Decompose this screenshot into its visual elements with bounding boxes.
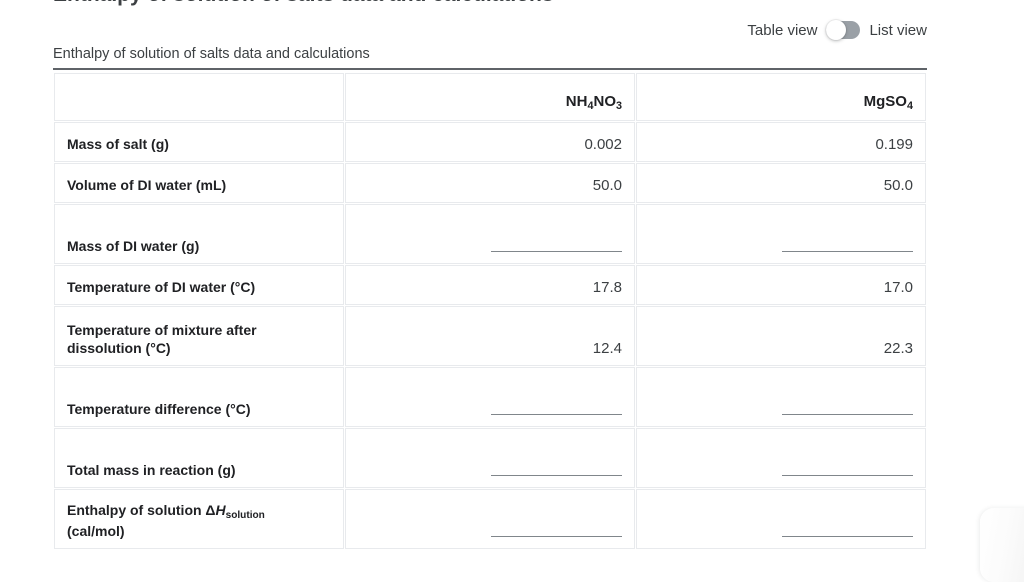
value-input-cell[interactable] [636, 489, 926, 549]
row-label: Temperature of DI water (°C) [54, 265, 344, 305]
view-mode-switch[interactable] [826, 20, 861, 40]
table-row: Mass of DI water (g) [54, 204, 926, 264]
value-cell: 0.002 [345, 122, 635, 162]
row-label: Mass of salt (g) [54, 122, 344, 162]
value-cell: 22.3 [636, 306, 926, 366]
switch-knob [826, 20, 847, 40]
value-cell: 50.0 [345, 163, 635, 203]
table-row: Total mass in reaction (g) [54, 428, 926, 488]
clipped-page-heading-container: Enthalpy of solution of salts data and c… [0, 0, 1024, 8]
value-cell: 12.4 [345, 306, 635, 366]
table-row: Temperature of DI water (°C) 17.8 17.0 [54, 265, 926, 305]
table-row: Mass of salt (g) 0.002 0.199 [54, 122, 926, 162]
value-input-cell[interactable] [345, 367, 635, 427]
row-label: Temperature difference (°C) [54, 367, 344, 427]
row-label: Enthalpy of solution ΔHsolution (cal/mol) [54, 489, 344, 549]
row-label: Total mass in reaction (g) [54, 428, 344, 488]
blank-answer-input[interactable] [782, 474, 913, 476]
value-cell: 0.199 [636, 122, 926, 162]
value-input-cell[interactable] [636, 367, 926, 427]
value-input-cell[interactable] [636, 428, 926, 488]
row-label: Mass of DI water (g) [54, 204, 344, 264]
value-cell: 17.8 [345, 265, 635, 305]
blank-answer-input[interactable] [782, 250, 913, 252]
blank-answer-input[interactable] [491, 535, 622, 537]
table-row: Enthalpy of solution ΔHsolution (cal/mol) [54, 489, 926, 549]
column-header-nh4no3: NH4NO3 [345, 73, 635, 121]
blank-answer-input[interactable] [491, 250, 622, 252]
data-table-container: NH4NO3 MgSO4 Mass of salt (g) 0.002 0.199 V… [53, 68, 927, 550]
page-heading: Enthalpy of solution of salts data and c… [53, 0, 554, 7]
view-mode-toggle-group[interactable]: Table view List view [747, 18, 927, 42]
table-row: Temperature difference (°C) [54, 367, 926, 427]
table-header: NH4NO3 MgSO4 [54, 73, 926, 121]
column-header-mgso4: MgSO4 [636, 73, 926, 121]
blank-answer-input[interactable] [491, 413, 622, 415]
row-label: Temperature of mixture after dissolution … [54, 306, 344, 366]
enthalpy-data-table: NH4NO3 MgSO4 Mass of salt (g) 0.002 0.199 V… [53, 72, 927, 550]
blank-answer-input[interactable] [782, 535, 913, 537]
header-row: NH4NO3 MgSO4 [54, 73, 926, 121]
floating-widget-edge[interactable] [980, 508, 1024, 582]
table-row: Temperature of mixture after dissolution … [54, 306, 926, 366]
list-view-label[interactable]: List view [869, 23, 927, 38]
row-label: Volume of DI water (mL) [54, 163, 344, 203]
table-body: Mass of salt (g) 0.002 0.199 Volume of DI w… [54, 122, 926, 549]
table-view-label[interactable]: Table view [747, 23, 817, 38]
table-row: Volume of DI water (mL) 50.0 50.0 [54, 163, 926, 203]
corner-header-cell [54, 73, 344, 121]
value-cell: 50.0 [636, 163, 926, 203]
blank-answer-input[interactable] [491, 474, 622, 476]
value-input-cell[interactable] [345, 428, 635, 488]
value-input-cell[interactable] [345, 204, 635, 264]
blank-answer-input[interactable] [782, 413, 913, 415]
value-input-cell[interactable] [345, 489, 635, 549]
value-input-cell[interactable] [636, 204, 926, 264]
value-cell: 17.0 [636, 265, 926, 305]
table-caption: Enthalpy of solution of salts data and c… [53, 46, 370, 62]
